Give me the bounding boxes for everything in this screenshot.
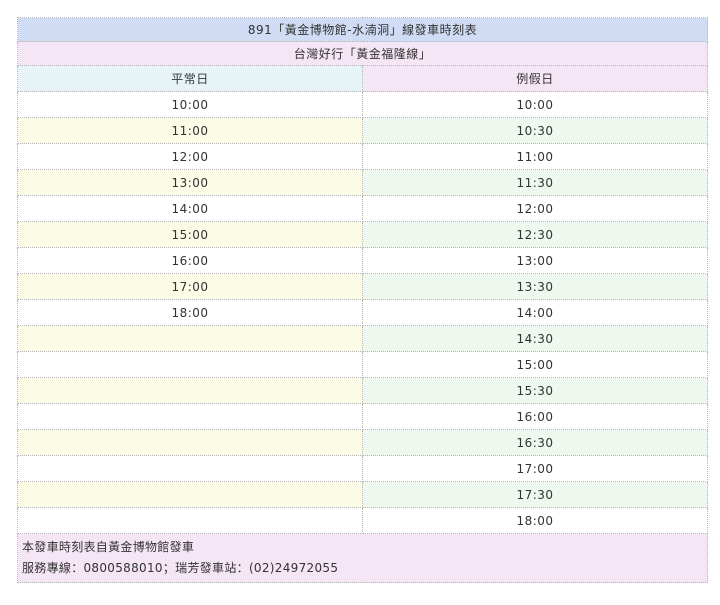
holiday-time-cell: 14:30 — [362, 325, 708, 352]
footer-contact-info: 服務專線：0800588010；瑞芳發車站：(02)24972055 — [22, 561, 339, 575]
table-row: 15:00 12:30 — [17, 221, 708, 248]
weekday-header: 平常日 — [17, 65, 363, 92]
table-row: 16:00 13:00 — [17, 247, 708, 274]
weekday-time-cell: 18:00 — [17, 299, 363, 326]
table-row: 17:00 13:30 — [17, 273, 708, 300]
table-row: 15:30 — [17, 377, 708, 404]
holiday-time-cell: 12:00 — [362, 195, 708, 222]
holiday-time-cell: 16:30 — [362, 429, 708, 456]
holiday-time-cell: 18:00 — [362, 507, 708, 534]
route-subtitle: 台灣好行「黃金福隆線」 — [17, 41, 708, 66]
table-row: 17:30 — [17, 481, 708, 508]
title-row: 891「黃金博物館-水湳洞」線發車時刻表 — [17, 17, 708, 42]
weekday-time-cell: 13:00 — [17, 169, 363, 196]
weekday-time-cell — [17, 507, 363, 534]
weekday-time-cell — [17, 455, 363, 482]
table-row: 17:00 — [17, 455, 708, 482]
weekday-time-cell: 15:00 — [17, 221, 363, 248]
weekday-time-cell — [17, 377, 363, 404]
table-row: 14:30 — [17, 325, 708, 352]
footer-row: 本發車時刻表自黃金博物館發車 服務專線：0800588010；瑞芳發車站：(02… — [17, 533, 708, 583]
footer-origin-note: 本發車時刻表自黃金博物館發車 — [22, 540, 195, 554]
holiday-time-cell: 12:30 — [362, 221, 708, 248]
timetable-title: 891「黃金博物館-水湳洞」線發車時刻表 — [17, 17, 708, 42]
holiday-time-cell: 11:30 — [362, 169, 708, 196]
table-row: 15:00 — [17, 351, 708, 378]
holiday-time-cell: 10:30 — [362, 117, 708, 144]
footer-note: 本發車時刻表自黃金博物館發車 服務專線：0800588010；瑞芳發車站：(02… — [17, 533, 708, 583]
table-row: 12:00 11:00 — [17, 143, 708, 170]
table-row: 18:00 14:00 — [17, 299, 708, 326]
table-row: 11:00 10:30 — [17, 117, 708, 144]
holiday-time-cell: 16:00 — [362, 403, 708, 430]
weekday-time-cell — [17, 429, 363, 456]
holiday-time-cell: 14:00 — [362, 299, 708, 326]
timetable: 891「黃金博物館-水湳洞」線發車時刻表 台灣好行「黃金福隆線」 平常日 例假日… — [17, 17, 708, 583]
table-row: 18:00 — [17, 507, 708, 534]
holiday-time-cell: 11:00 — [362, 143, 708, 170]
weekday-time-cell — [17, 351, 363, 378]
weekday-time-cell: 14:00 — [17, 195, 363, 222]
holiday-time-cell: 10:00 — [362, 91, 708, 118]
table-row: 16:30 — [17, 429, 708, 456]
timetable-body: 10:00 10:00 11:00 10:30 12:00 11:00 13:00 11:30… — [17, 91, 708, 534]
column-header-row: 平常日 例假日 — [17, 65, 708, 92]
weekday-time-cell: 16:00 — [17, 247, 363, 274]
weekday-time-cell — [17, 325, 363, 352]
weekday-time-cell: 10:00 — [17, 91, 363, 118]
holiday-time-cell: 17:00 — [362, 455, 708, 482]
weekday-time-cell — [17, 403, 363, 430]
holiday-time-cell: 17:30 — [362, 481, 708, 508]
holiday-time-cell: 13:00 — [362, 247, 708, 274]
weekday-time-cell: 12:00 — [17, 143, 363, 170]
table-row: 14:00 12:00 — [17, 195, 708, 222]
table-row: 10:00 10:00 — [17, 91, 708, 118]
holiday-header: 例假日 — [362, 65, 708, 92]
table-row: 16:00 — [17, 403, 708, 430]
subtitle-row: 台灣好行「黃金福隆線」 — [17, 41, 708, 66]
table-row: 13:00 11:30 — [17, 169, 708, 196]
holiday-time-cell: 13:30 — [362, 273, 708, 300]
holiday-time-cell: 15:00 — [362, 351, 708, 378]
timetable-container: 891「黃金博物館-水湳洞」線發車時刻表 台灣好行「黃金福隆線」 平常日 例假日… — [17, 17, 708, 583]
weekday-time-cell — [17, 481, 363, 508]
holiday-time-cell: 15:30 — [362, 377, 708, 404]
weekday-time-cell: 17:00 — [17, 273, 363, 300]
weekday-time-cell: 11:00 — [17, 117, 363, 144]
